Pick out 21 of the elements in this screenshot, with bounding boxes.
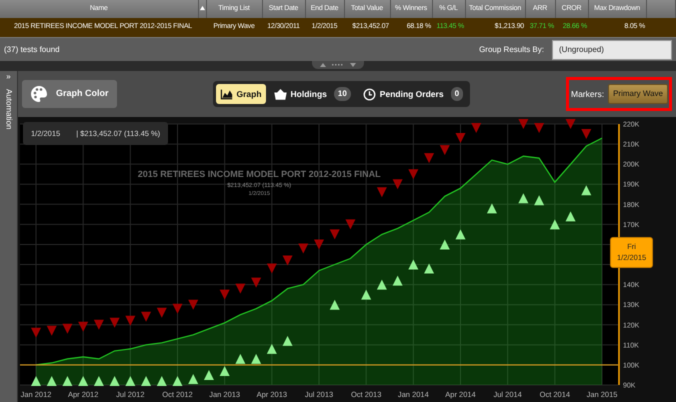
splitter-handle[interactable] [312,61,364,69]
count-badge: 10 [334,87,351,101]
view-tab[interactable]: Holdings 10 [270,84,355,104]
group-dropdown[interactable]: (Ungrouped) [552,40,672,60]
expand-toggle[interactable]: » [6,71,11,83]
side-panel[interactable]: » Automation [0,71,18,402]
results-count: (37) tests found [4,44,60,56]
group-label: Group Results By: [479,44,544,56]
basket-icon [274,88,287,100]
markers-button[interactable]: Primary Wave [608,84,668,104]
view-tab[interactable]: Graph [216,84,266,104]
count-badge: 0 [450,87,464,101]
view-tab[interactable]: Pending Orders 0 [358,84,468,104]
markers-label: Markers: [571,88,604,100]
sort-icon[interactable] [198,4,206,11]
watermark-title: 2015 RETIREES INCOME MODEL PORT 2012-2015 FINAL [138,169,381,179]
side-panel-label: Automation [4,89,14,130]
area-chart-icon [220,88,232,100]
clock-icon [362,88,376,100]
palette-icon [30,85,48,103]
graph-color-button[interactable]: Graph Color [22,80,117,108]
